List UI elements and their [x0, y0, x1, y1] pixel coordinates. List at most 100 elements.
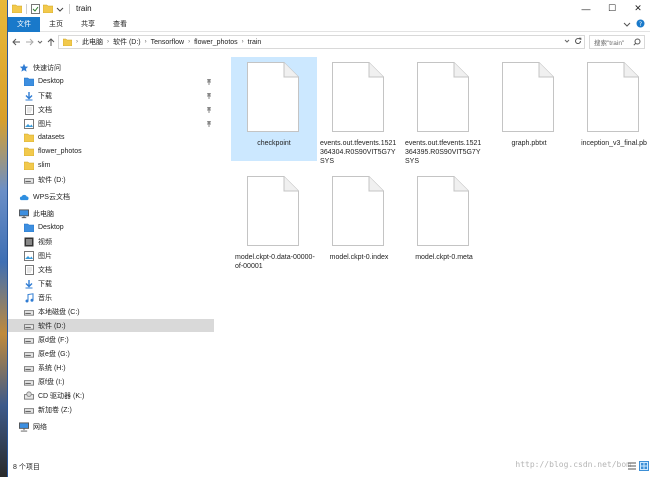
nav-item[interactable]: 下载 — [8, 89, 214, 102]
nav-item[interactable]: WPS云文档 — [8, 190, 214, 203]
pin-icon[interactable] — [206, 120, 212, 129]
file-name: events.out.tfevents.1521364395.R0S90VIT5… — [405, 140, 482, 165]
nav-item-label: 新加卷 (Z:) — [38, 406, 72, 414]
nav-item[interactable]: 视频 — [8, 235, 214, 248]
folder-icon — [24, 133, 34, 143]
chevron-right-icon: › — [76, 39, 78, 45]
file-item[interactable]: model.ckpt-0.index — [316, 171, 402, 275]
nav-item[interactable]: Desktop — [8, 221, 214, 234]
pin-icon[interactable] — [206, 92, 212, 101]
new-folder-icon[interactable] — [42, 3, 53, 14]
nav-item[interactable]: 原e盘 (G:) — [8, 347, 214, 360]
view-toggle — [627, 461, 649, 473]
pin-icon[interactable] — [206, 106, 212, 115]
document-icon — [24, 264, 34, 275]
file-item[interactable]: graph.pbtxt — [486, 57, 572, 161]
nav-item[interactable]: 软件 (D:) — [8, 173, 214, 186]
nav-item[interactable]: 网络 — [8, 420, 214, 433]
expand-ribbon-icon[interactable] — [623, 20, 631, 30]
breadcrumb-train[interactable]: train — [248, 39, 262, 46]
nav-item-label: slim — [38, 162, 51, 169]
maximize-button[interactable]: ☐ — [599, 0, 625, 17]
file-item[interactable]: checkpoint — [231, 57, 317, 161]
file-name: checkpoint — [257, 140, 291, 147]
forward-arrow-icon[interactable] — [23, 35, 36, 49]
breadcrumb-flower-photos[interactable]: flower_photos — [194, 39, 238, 46]
file-name: events.out.tfevents.1521364304.R0S90VIT5… — [320, 140, 397, 165]
tab-file[interactable]: 文件 — [8, 16, 40, 32]
breadcrumb-drive-d[interactable]: 软件 (D:) — [113, 37, 141, 47]
nav-item[interactable]: Desktop — [8, 75, 214, 88]
drive-icon — [24, 377, 34, 387]
nav-item[interactable]: 快速访问 — [8, 61, 214, 74]
file-name: inception_v3_final.pb — [581, 140, 647, 147]
address-bar[interactable]: › 此电脑 › 软件 (D:) › Tensorflow › flower_ph… — [58, 35, 585, 49]
nav-item-label: 原e盘 (G:) — [38, 350, 70, 358]
file-item[interactable]: inception_v3_final.pb — [571, 57, 650, 161]
file-item[interactable]: model.ckpt-0.data-00000-of-00001 — [231, 171, 317, 275]
folder-blue-icon — [24, 223, 34, 233]
chevron-right-icon: › — [188, 39, 191, 45]
back-arrow-icon[interactable] — [10, 35, 23, 49]
nav-item[interactable]: 图片 — [8, 117, 214, 130]
nav-item-label: flower_photos — [38, 148, 82, 155]
nav-item[interactable]: 下载 — [8, 277, 214, 290]
help-icon[interactable]: ? — [636, 19, 645, 30]
cloud-icon — [19, 192, 29, 202]
recent-locations-icon[interactable] — [36, 35, 44, 49]
nav-item[interactable]: 新加卷 (Z:) — [8, 403, 214, 416]
nav-item[interactable]: 本地磁盘 (C:) — [8, 305, 214, 318]
up-arrow-icon[interactable] — [44, 35, 57, 49]
breadcrumb-tensorflow[interactable]: Tensorflow — [151, 39, 184, 46]
nav-item[interactable]: 软件 (D:) — [8, 319, 214, 332]
properties-icon[interactable] — [30, 3, 41, 14]
file-item[interactable]: events.out.tfevents.1521364395.R0S90VIT5… — [401, 57, 487, 165]
download-icon — [24, 91, 34, 101]
nav-item[interactable]: 系统 (H:) — [8, 361, 214, 374]
tab-view[interactable]: 查看 — [104, 17, 136, 32]
minimize-button[interactable]: — — [573, 0, 599, 17]
refresh-icon[interactable] — [574, 37, 582, 47]
nav-item[interactable]: 文档 — [8, 103, 214, 116]
drive-icon — [24, 321, 34, 331]
file-list: checkpoint events.out.tfevents.1521364304… — [214, 52, 650, 456]
nav-item-label: 下载 — [38, 92, 52, 100]
drive-icon — [24, 307, 34, 317]
address-dropdown-icon[interactable] — [564, 38, 570, 46]
file-item[interactable]: model.ckpt-0.meta — [401, 171, 487, 275]
nav-item-label: 软件 (D:) — [38, 322, 66, 330]
address-row: › 此电脑 › 软件 (D:) › Tensorflow › flower_ph… — [8, 32, 650, 52]
svg-text:?: ? — [639, 21, 642, 28]
nav-item-label: 原f盘 (I:) — [38, 378, 65, 386]
nav-item[interactable]: 图片 — [8, 249, 214, 262]
network-icon — [19, 421, 29, 432]
nav-item[interactable]: 原d盘 (F:) — [8, 333, 214, 346]
chevron-right-icon: › — [107, 39, 109, 45]
document-icon — [24, 104, 34, 115]
pin-icon[interactable] — [206, 78, 212, 87]
file-icon — [247, 62, 299, 134]
file-icon — [587, 62, 639, 134]
breadcrumb-this-pc[interactable]: 此电脑 — [82, 37, 103, 47]
tab-home[interactable]: 主页 — [40, 17, 72, 32]
nav-item[interactable]: flower_photos — [8, 145, 214, 158]
nav-item[interactable]: CD 驱动器 (K:) — [8, 389, 214, 402]
search-input[interactable]: 搜索"train" — [589, 35, 645, 49]
nav-item[interactable]: datasets — [8, 131, 214, 144]
nav-item[interactable]: 音乐 — [8, 291, 214, 304]
tab-share[interactable]: 共享 — [72, 17, 104, 32]
video-icon — [24, 237, 34, 247]
nav-item[interactable]: slim — [8, 159, 214, 172]
nav-item-label: 视频 — [38, 238, 52, 246]
nav-item[interactable]: 原f盘 (I:) — [8, 375, 214, 388]
nav-item[interactable]: 文档 — [8, 263, 214, 276]
large-icons-view-icon[interactable] — [639, 461, 649, 473]
close-button[interactable]: ✕ — [625, 0, 650, 17]
file-name: model.ckpt-0.index — [329, 254, 389, 261]
customize-toolbar-icon[interactable] — [54, 3, 65, 14]
file-item[interactable]: events.out.tfevents.1521364304.R0S90VIT5… — [316, 57, 402, 165]
nav-item[interactable]: 此电脑 — [8, 207, 214, 220]
details-view-icon[interactable] — [627, 461, 637, 473]
item-count: 8 个项目 — [13, 463, 40, 471]
nav-item-label: 图片 — [38, 252, 52, 260]
